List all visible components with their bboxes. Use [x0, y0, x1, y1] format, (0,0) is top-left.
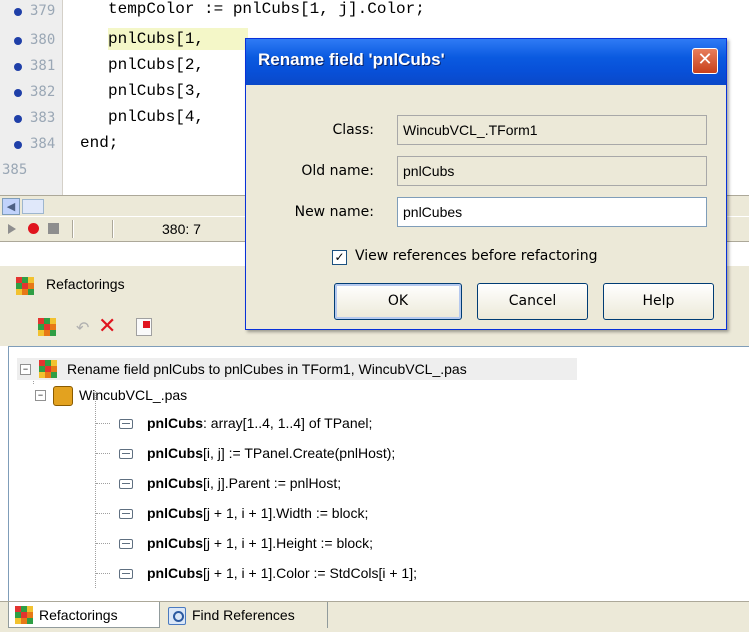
tree-node-label: Rename field pnlCubs to pnlCubes in TFor…	[67, 361, 467, 377]
status-divider	[72, 220, 74, 238]
tree-connector	[96, 543, 110, 544]
tab-find-references[interactable]: Find References	[162, 602, 328, 628]
remove-refactoring-icon[interactable]: ✕	[98, 314, 116, 339]
tree-node-label: WincubVCL_.pas	[79, 387, 188, 403]
rename-field-dialog: Rename field 'pnlCubs' ✕ Class: WincubVC…	[245, 38, 727, 330]
tree-connector	[96, 483, 110, 484]
code-line-current[interactable]: pnlCubs[1,	[108, 28, 248, 50]
reference-identifier: pnlCubs	[147, 415, 203, 431]
code-line[interactable]: pnlCubs[3,	[108, 80, 204, 102]
rubik-cube-icon	[15, 606, 33, 624]
new-name-label: New name:	[294, 204, 374, 220]
reference-text: : array[1..4, 1..4] of TPanel;	[203, 415, 373, 431]
tree-reference-row[interactable]: pnlCubs[i, j].Parent := pnlHost;	[117, 472, 717, 494]
tree-reference-row[interactable]: pnlCubs[j + 1, i + 1].Width := block;	[117, 502, 717, 524]
reference-identifier: pnlCubs	[147, 475, 203, 491]
reference-icon	[119, 479, 133, 489]
reference-identifier: pnlCubs	[147, 565, 203, 581]
class-field: WincubVCL_.TForm1	[397, 115, 707, 145]
line-gutter[interactable]: 379 380 381 382 383 384 385	[0, 0, 63, 195]
play-icon[interactable]	[8, 224, 16, 234]
close-icon: ✕	[697, 49, 713, 70]
gutter-line: 380	[2, 29, 60, 51]
old-name-field: pnlCubs	[397, 156, 707, 186]
tab-label: Refactorings	[39, 607, 118, 623]
code-line[interactable]: pnlCubs[4,	[108, 106, 204, 128]
breakpoint-marker-icon[interactable]	[14, 63, 22, 71]
scroll-thumb[interactable]	[22, 199, 44, 214]
view-references-label[interactable]: View references before refactoring	[355, 245, 598, 267]
dialog-title-bar[interactable]: Rename field 'pnlCubs' ✕	[246, 39, 726, 85]
reference-icon	[119, 509, 133, 519]
undo-icon[interactable]: ↶	[76, 318, 89, 337]
code-line[interactable]: pnlCubs[2,	[108, 54, 204, 76]
gutter-line: 384	[2, 133, 60, 155]
gutter-line: 381	[2, 55, 60, 77]
tree-reference-row[interactable]: pnlCubs[i, j] := TPanel.Create(pnlHost);	[117, 442, 717, 464]
tree-connector	[96, 423, 110, 424]
code-line[interactable]: tempColor := pnlCubs[1, j].Color;	[108, 0, 425, 20]
breakpoint-marker-icon[interactable]	[14, 89, 22, 97]
new-name-input[interactable]: pnlCubes	[397, 197, 707, 227]
gutter-line: 382	[2, 81, 60, 103]
tree-reference-row[interactable]: pnlCubs: array[1..4, 1..4] of TPanel;	[117, 412, 717, 434]
breakpoint-marker-icon[interactable]	[14, 141, 22, 149]
reference-icon	[119, 449, 133, 459]
code-line[interactable]: end;	[80, 132, 118, 154]
class-label: Class:	[332, 122, 374, 138]
tree-connector	[96, 573, 110, 574]
breakpoint-marker-icon[interactable]	[14, 37, 22, 45]
reference-identifier: pnlCubs	[147, 445, 203, 461]
gutter-line: 383	[2, 107, 60, 129]
pascal-file-icon	[53, 386, 73, 406]
dialog-title: Rename field 'pnlCubs'	[258, 50, 445, 69]
panel-title: Refactorings	[46, 276, 125, 292]
tree-reference-row[interactable]: pnlCubs[j + 1, i + 1].Height := block;	[117, 532, 717, 554]
stop-icon[interactable]	[48, 223, 59, 234]
collapse-toggle-icon[interactable]: −	[35, 390, 46, 401]
reference-text: [j + 1, i + 1].Width := block;	[203, 505, 369, 521]
reference-text: [i, j].Parent := pnlHost;	[203, 475, 342, 491]
breakpoint-marker-icon[interactable]	[14, 8, 22, 16]
collapse-toggle-icon[interactable]: −	[20, 364, 31, 375]
tab-label: Find References	[192, 607, 295, 623]
breakpoint-marker-icon[interactable]	[14, 115, 22, 123]
apply-refactoring-icon[interactable]	[38, 318, 56, 336]
find-references-icon	[168, 607, 186, 625]
reference-text: [j + 1, i + 1].Height := block;	[203, 535, 374, 551]
cancel-button[interactable]: Cancel	[477, 283, 588, 320]
reference-identifier: pnlCubs	[147, 505, 203, 521]
status-divider	[112, 220, 114, 238]
reference-identifier: pnlCubs	[147, 535, 203, 551]
help-button[interactable]: Help	[603, 283, 714, 320]
reference-icon	[119, 569, 133, 579]
scroll-left-icon[interactable]: ◀	[2, 198, 20, 215]
record-macro-icon[interactable]	[28, 223, 39, 234]
cursor-position: 380: 7	[162, 221, 201, 237]
tree-reference-row[interactable]: pnlCubs[j + 1, i + 1].Color := StdCols[i…	[117, 562, 717, 584]
old-name-label: Old name:	[301, 163, 374, 179]
refactorings-tree[interactable]: − Rename field pnlCubs to pnlCubes in TF…	[8, 346, 749, 603]
tree-root-node[interactable]: − Rename field pnlCubs to pnlCubes in TF…	[17, 358, 577, 380]
gutter-line: 379	[2, 0, 60, 22]
tab-refactorings[interactable]: Refactorings	[8, 602, 160, 628]
panel-tabs: Refactorings Find References	[0, 601, 749, 632]
tree-connector	[96, 453, 110, 454]
gutter-line: 385	[2, 162, 28, 178]
reference-text: [j + 1, i + 1].Color := StdCols[i + 1];	[203, 565, 417, 581]
tree-connector	[95, 391, 96, 588]
close-button[interactable]: ✕	[692, 48, 718, 74]
reference-text: [i, j] := TPanel.Create(pnlHost);	[203, 445, 396, 461]
view-references-checkbox[interactable]: ✓	[332, 250, 347, 265]
ok-button[interactable]: OK	[334, 283, 462, 320]
reference-icon	[119, 539, 133, 549]
rubik-cube-icon	[16, 277, 34, 295]
reference-icon	[119, 419, 133, 429]
rubik-cube-icon	[39, 360, 57, 378]
tree-connector	[96, 513, 110, 514]
tree-file-node[interactable]: − WincubVCL_.pas	[35, 384, 295, 406]
remove-all-icon[interactable]	[136, 318, 152, 336]
